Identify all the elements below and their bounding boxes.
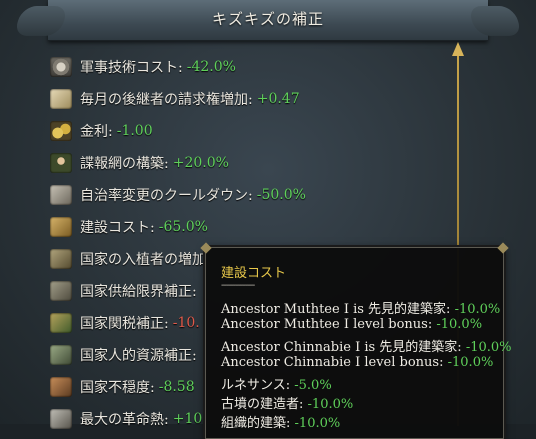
- modifier-value: +20.0%: [172, 155, 229, 171]
- modifier-value: -50.0%: [256, 187, 306, 203]
- modifier-value: -10.: [172, 315, 200, 331]
- tooltip-line-label: Ancestor Muthtee I is 先見的建築家:: [221, 302, 451, 317]
- list-item: 国家関税補正: -10.: [50, 312, 200, 334]
- modifier-label: 国家関税補正:: [80, 316, 169, 332]
- tooltip-title: 建設コスト: [221, 266, 287, 281]
- modifiers-panel: キズキズの補正 軍事技術コスト: -42.0% 毎月の後継者の請求権増加: +0…: [0, 0, 536, 439]
- tooltip-separator: --------------: [221, 280, 255, 291]
- tooltip-line-label: Ancestor Chinnabie I is 先見的建築家:: [221, 340, 462, 355]
- tooltip-line: ルネサンス: -5.0%: [221, 374, 332, 393]
- scroll-icon: [50, 89, 72, 109]
- modifier-label: 金利:: [80, 124, 113, 140]
- tooltip-line: 組織的建築: -10.0%: [221, 412, 340, 431]
- tooltip-line-label: 古墳の建造者:: [221, 397, 304, 412]
- tooltip-line-label: ルネサンス:: [221, 378, 291, 393]
- panel-title: キズキズの補正: [211, 10, 324, 28]
- list-item[interactable]: 建設コスト: -65.0%: [50, 216, 208, 238]
- tooltip-line-value: -10.0%: [454, 302, 501, 317]
- colonists-icon: [50, 249, 72, 269]
- tooltip-line-value: -10.0%: [307, 397, 354, 412]
- unrest-icon: [50, 377, 72, 397]
- list-item: 軍事技術コスト: -42.0%: [50, 56, 236, 78]
- modifier-label: 最大の革命熱:: [80, 412, 169, 428]
- list-item: 国家人的資源補正:: [50, 344, 201, 366]
- modifier-label: 国家人的資源補正:: [80, 348, 197, 364]
- modifier-value: -42.0%: [186, 59, 236, 75]
- scroll-up-arrow-icon[interactable]: [452, 42, 464, 56]
- modifier-label: 国家供給限界補正:: [80, 284, 197, 300]
- list-item: 国家供給限界補正:: [50, 280, 201, 302]
- tooltip-line-value: -10.0%: [465, 340, 512, 355]
- modifier-label: 自治率変更のクールダウン:: [80, 188, 253, 204]
- tooltip-line-value: -10.0%: [447, 355, 494, 370]
- modifier-value: -8.58: [158, 379, 195, 395]
- list-item: 国家不穏度: -8.58: [50, 376, 195, 398]
- modifier-label: 毎月の後継者の請求権増加:: [80, 92, 253, 108]
- list-item: 最大の革命熱: +10.: [50, 408, 207, 430]
- timer-icon: [50, 185, 72, 205]
- tooltip-line-label: Ancestor Muthtee I level bonus:: [221, 317, 433, 332]
- modifier-label: 諜報網の構築:: [80, 156, 169, 172]
- building-icon: [50, 217, 72, 237]
- list-item: 国家の入植者の増加: [50, 248, 210, 270]
- gear-icon: [50, 57, 72, 77]
- tooltip-line: Ancestor Muthtee I level bonus: -10.0%: [221, 317, 482, 332]
- spy-icon: [50, 153, 72, 173]
- list-item: 毎月の後継者の請求権増加: +0.47: [50, 88, 300, 110]
- revolution-icon: [50, 409, 72, 429]
- tooltip-line-value: -5.0%: [294, 378, 332, 393]
- tooltip: 建設コスト -------------- Ancestor Muthtee I …: [205, 247, 512, 439]
- coins-icon: [50, 121, 72, 141]
- modifier-value: +10.: [172, 411, 207, 427]
- modifier-value: -65.0%: [158, 219, 208, 235]
- tooltip-line-value: -10.0%: [436, 317, 483, 332]
- modifier-value: +0.47: [256, 91, 300, 107]
- manpower-icon: [50, 345, 72, 365]
- modifier-label: 国家の入植者の増加: [80, 252, 206, 268]
- title-banner: キズキズの補正: [48, 0, 488, 41]
- modifier-label: 国家不穏度:: [80, 380, 155, 396]
- tariff-icon: [50, 313, 72, 333]
- modifier-label: 軍事技術コスト:: [80, 60, 183, 76]
- supply-icon: [50, 281, 72, 301]
- modifier-label: 建設コスト:: [80, 220, 155, 236]
- tooltip-line-label: Ancestor Chinnabie I level bonus:: [221, 355, 444, 370]
- tooltip-line: Ancestor Muthtee I is 先見的建築家: -10.0%: [221, 298, 500, 317]
- tooltip-line: Ancestor Chinnabie I level bonus: -10.0%: [221, 355, 493, 370]
- list-item: 諜報網の構築: +20.0%: [50, 152, 229, 174]
- list-item: 自治率変更のクールダウン: -50.0%: [50, 184, 306, 206]
- list-item: 金利: -1.00: [50, 120, 153, 142]
- modifier-value: -1.00: [116, 123, 153, 139]
- tooltip-line: Ancestor Chinnabie I is 先見的建築家: -10.0%: [221, 336, 512, 355]
- tooltip-line: 古墳の建造者: -10.0%: [221, 393, 353, 412]
